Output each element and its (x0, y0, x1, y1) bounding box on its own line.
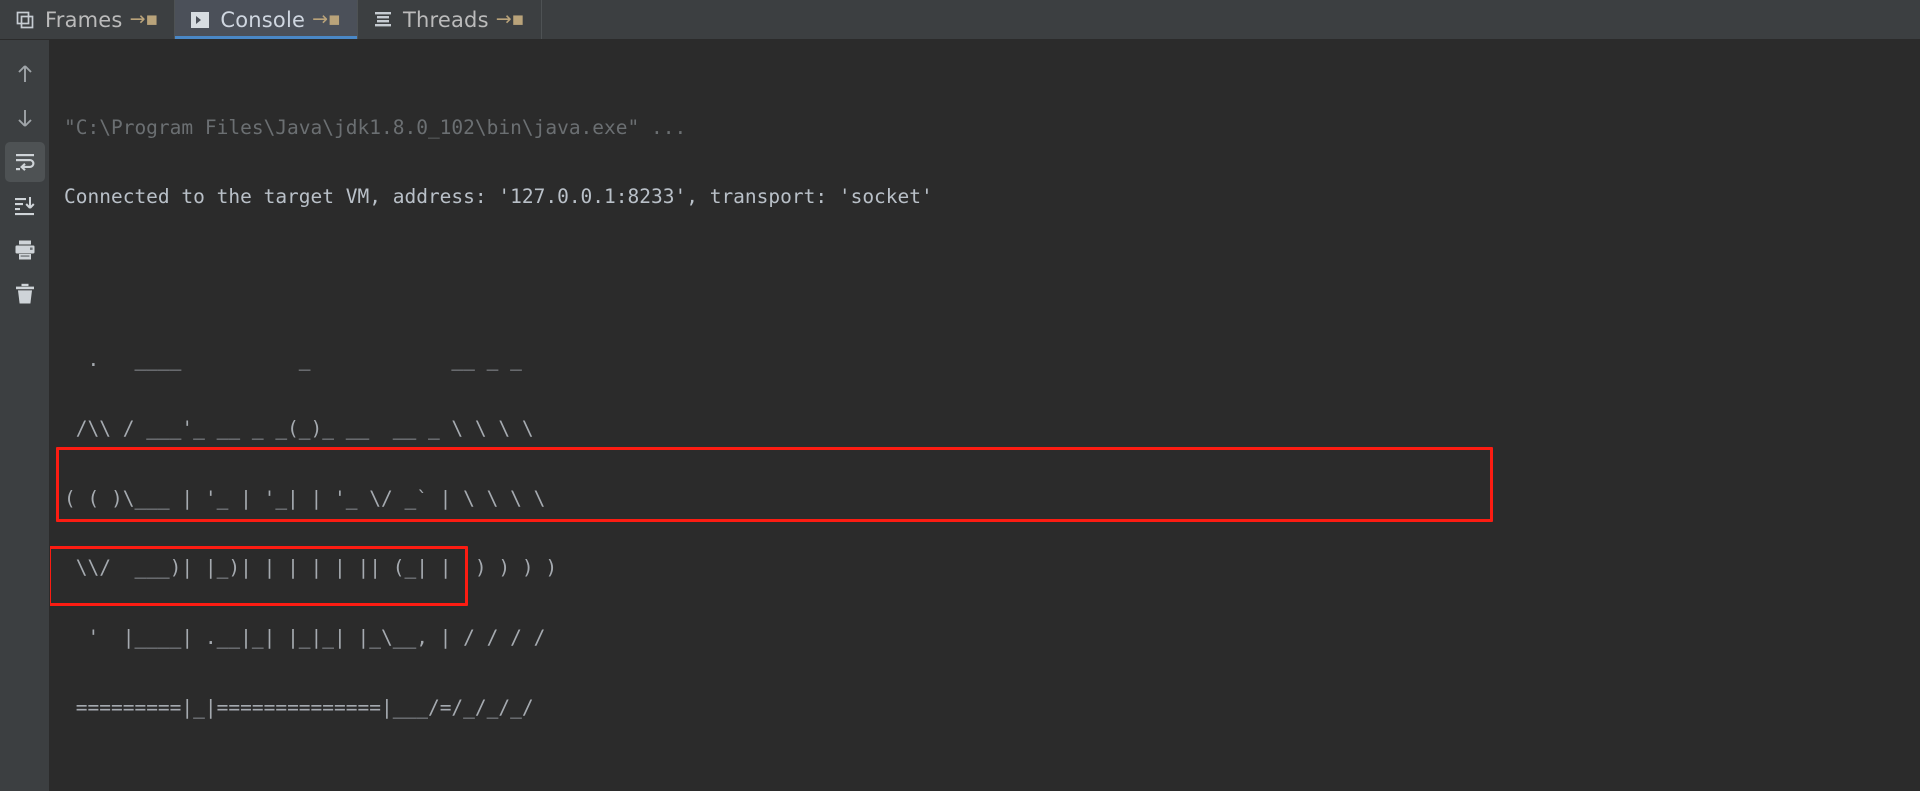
debug-tool-window: Frames →▪ Console →▪ Threads →▪ "C:\Prog… (0, 0, 1920, 791)
console-line-connected: Connected to the target VM, address: '12… (64, 185, 933, 209)
print-icon[interactable] (5, 230, 45, 270)
tab-console-label: Console (220, 7, 306, 32)
threads-icon (372, 9, 394, 31)
console-banner-line: /\\ / ___'_ __ _ _(_)_ __ __ _ \ \ \ \ (64, 417, 534, 441)
tab-threads-detach-icon[interactable]: →▪ (496, 10, 525, 29)
tab-frames-detach-icon[interactable]: →▪ (130, 10, 159, 29)
debug-tab-bar: Frames →▪ Console →▪ Threads →▪ (0, 0, 1920, 40)
console-blank-1 (50, 255, 1920, 278)
console-banner-line: ' |____| .__|_| |_|_| |_\__, | / / / / (64, 626, 546, 650)
tab-console-detach-icon[interactable]: →▪ (312, 10, 341, 29)
tab-frames[interactable]: Frames →▪ (0, 0, 176, 39)
console-banner-line: \\/ ___)| |_)| | | | | || (_| | ) ) ) ) (64, 556, 558, 580)
console-banner-line: =========|_|==============|___/=/_/_/_/ (64, 695, 534, 719)
console-output-panel[interactable]: "C:\Program Files\Java\jdk1.8.0_102\bin\… (50, 40, 1920, 791)
arrow-down-icon[interactable] (5, 98, 45, 138)
console-line-command: "C:\Program Files\Java\jdk1.8.0_102\bin\… (64, 115, 687, 139)
soft-wrap-icon[interactable] (4, 142, 45, 182)
tab-threads-label: Threads (402, 7, 489, 32)
arrow-up-icon[interactable] (5, 54, 45, 94)
tab-threads[interactable]: Threads →▪ (357, 0, 542, 39)
trash-icon[interactable] (5, 274, 45, 314)
console-body: "C:\Program Files\Java\jdk1.8.0_102\bin\… (0, 40, 1920, 791)
tab-console[interactable]: Console →▪ (175, 0, 358, 39)
console-left-toolbar (0, 40, 50, 791)
console-banner-line: . ____ _ __ _ _ (64, 347, 522, 371)
tab-frames-label: Frames (45, 7, 123, 32)
console-text[interactable]: "C:\Program Files\Java\jdk1.8.0_102\bin\… (50, 40, 1920, 791)
console-banner-line: ( ( )\___ | '_ | '_| | '_ \/ _` | \ \ \ … (64, 486, 546, 510)
frames-icon (14, 9, 36, 31)
scroll-to-end-icon[interactable] (5, 186, 45, 226)
console-icon (189, 9, 211, 31)
